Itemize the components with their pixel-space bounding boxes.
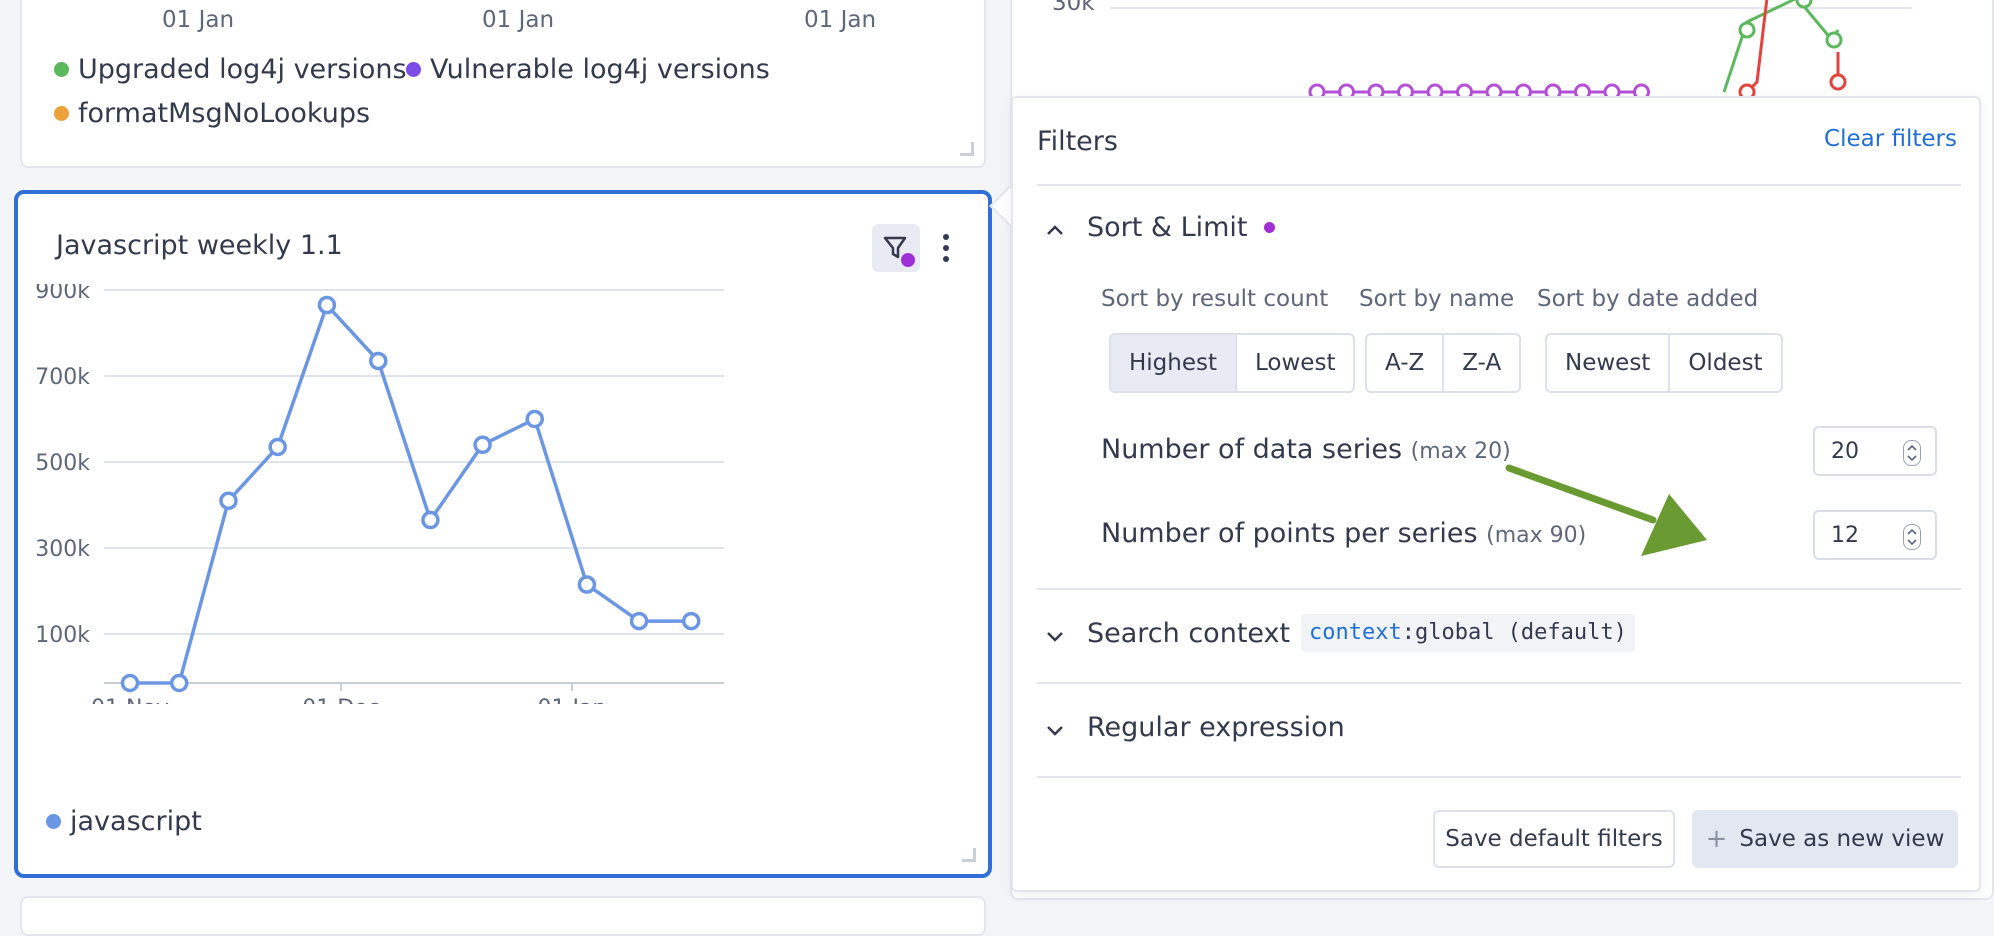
- section-title: Regular expression: [1087, 712, 1345, 743]
- sort-limit-active-dot: [1263, 222, 1275, 233]
- sort-by-name-label: Sort by name: [1359, 286, 1515, 312]
- plus-icon: +: [1705, 824, 1728, 854]
- divider: [1037, 184, 1961, 186]
- clear-filters-link[interactable]: Clear filters: [1824, 126, 1957, 152]
- legend-item-javascript[interactable]: javascript: [46, 806, 202, 837]
- x-tick-label: 01 Jan: [538, 696, 607, 704]
- next-card: [20, 896, 986, 936]
- search-context-section-header[interactable]: Search context: [1087, 618, 1290, 649]
- data-point: [577, 575, 597, 594]
- divider: [1037, 588, 1961, 590]
- sort-a-z-button[interactable]: A-Z: [1367, 335, 1445, 391]
- sort-newest-button[interactable]: Newest: [1547, 335, 1671, 391]
- filter-icon: [883, 236, 915, 267]
- legend-dot: [54, 62, 69, 77]
- right-chart-plot: [1110, 0, 1912, 101]
- sort-by-count-group: Highest Lowest: [1109, 333, 1356, 393]
- context-keyword: context: [1309, 620, 1402, 645]
- data-point: [219, 491, 238, 510]
- sort-highest-button[interactable]: Highest: [1111, 335, 1238, 391]
- stepper-icon[interactable]: [1903, 524, 1921, 550]
- x-tick-label: 01 Jan: [804, 7, 877, 33]
- legend-label: Vulnerable log4j versions: [430, 54, 770, 85]
- legend-item-vulnerable[interactable]: Vulnerable log4j versions: [406, 54, 770, 85]
- data-point: [681, 611, 701, 631]
- annotation-arrow-icon: [1505, 464, 1707, 556]
- y-tick-label: 300k: [35, 537, 90, 562]
- kebab-menu-icon[interactable]: [936, 228, 956, 268]
- sort-by-count-label: Sort by result count: [1101, 286, 1329, 312]
- data-series-label: Number of data series (max 20): [1101, 434, 1511, 465]
- resize-handle[interactable]: [962, 848, 976, 862]
- javascript-line-chart: 900k 700k 500k 300k 100k 01 Nov 01 Dec 01 Jan: [35, 284, 724, 704]
- data-point: [317, 295, 337, 315]
- data-series-value: 20: [1831, 439, 1859, 464]
- javascript-weekly-card[interactable]: Javascript weekly 1.1 900k 700k 500k 300k 10…: [14, 190, 992, 878]
- data-point: [369, 351, 388, 371]
- legend-dot: [54, 106, 69, 121]
- legend-item-formatmsg[interactable]: formatMsgNoLookups: [54, 98, 370, 129]
- filters-title: Filters: [1037, 126, 1118, 157]
- data-series-hint: (max 20): [1410, 439, 1511, 464]
- section-title: Sort & Limit: [1087, 212, 1248, 243]
- search-context-value[interactable]: context:global (default): [1301, 614, 1635, 652]
- save-default-filters-button[interactable]: Save default filters: [1433, 810, 1675, 868]
- sort-limit-section-header[interactable]: Sort & Limit: [1087, 212, 1275, 243]
- chevron-down-icon[interactable]: [1045, 720, 1065, 740]
- button-label: Save default filters: [1445, 826, 1663, 852]
- x-tick-label: 01 Jan: [162, 7, 235, 33]
- context-value: global (default): [1414, 620, 1627, 645]
- log4j-chart-card: 01 Jan 01 Jan 01 Jan Upgraded log4j vers…: [20, 0, 986, 168]
- sort-by-date-group: Newest Oldest: [1545, 333, 1783, 393]
- sort-lowest-button[interactable]: Lowest: [1237, 335, 1353, 391]
- legend-dot: [46, 814, 61, 829]
- x-tick-label: 01 Nov: [91, 696, 169, 704]
- data-point: [421, 510, 440, 530]
- data-point: [473, 435, 492, 455]
- points-per-series-input[interactable]: 12: [1813, 510, 1937, 560]
- data-series-input[interactable]: 20: [1813, 426, 1937, 476]
- resize-handle[interactable]: [960, 142, 974, 156]
- stepper-icon[interactable]: [1903, 440, 1921, 466]
- stepper-arrows: [1907, 528, 1917, 546]
- filter-active-badge: [901, 253, 915, 267]
- points-label-text: Number of points per series: [1101, 518, 1478, 549]
- divider: [1037, 682, 1961, 684]
- x-tick-label: 01 Dec: [302, 696, 380, 704]
- legend-label: Upgraded log4j versions: [78, 54, 407, 85]
- points-per-series-value: 12: [1831, 523, 1859, 548]
- legend-label: formatMsgNoLookups: [78, 98, 371, 129]
- legend-dot: [406, 62, 421, 77]
- x-tick-label: 01 Jan: [482, 7, 555, 33]
- stepper-arrows: [1907, 444, 1917, 462]
- card-title: Javascript weekly 1.1: [56, 230, 343, 261]
- y-tick-label: 900k: [35, 284, 90, 304]
- sort-by-name-group: A-Z Z-A: [1365, 333, 1522, 393]
- divider: [1037, 776, 1961, 778]
- sort-by-date-label: Sort by date added: [1537, 286, 1759, 312]
- context-separator: :: [1401, 620, 1415, 645]
- data-point: [629, 611, 649, 631]
- data-point: [120, 673, 140, 693]
- y-tick-label: 700k: [35, 365, 90, 390]
- y-tick-label: 500k: [35, 451, 90, 476]
- data-point: [268, 437, 287, 457]
- data-point: [525, 409, 544, 429]
- save-as-new-view-button[interactable]: + Save as new view: [1692, 810, 1958, 868]
- sort-z-a-button[interactable]: Z-A: [1444, 335, 1519, 391]
- chevron-up-icon[interactable]: [1045, 220, 1065, 240]
- series-line-javascript: [130, 301, 692, 685]
- filters-popover: Filters Clear filters Sort & Limit Sort …: [1011, 96, 1981, 892]
- section-title: Search context: [1087, 618, 1291, 649]
- button-label: Save as new view: [1739, 826, 1945, 852]
- chevron-down-icon[interactable]: [1045, 626, 1065, 646]
- sort-oldest-button[interactable]: Oldest: [1670, 335, 1780, 391]
- regex-section-header[interactable]: Regular expression: [1087, 712, 1345, 743]
- y-tick-label: 100k: [35, 623, 90, 648]
- filter-button[interactable]: [872, 224, 920, 272]
- legend-item-upgraded[interactable]: Upgraded log4j versions: [54, 54, 407, 85]
- legend-label: javascript: [70, 806, 202, 837]
- data-series-label-text: Number of data series: [1101, 434, 1403, 465]
- data-point: [169, 673, 189, 693]
